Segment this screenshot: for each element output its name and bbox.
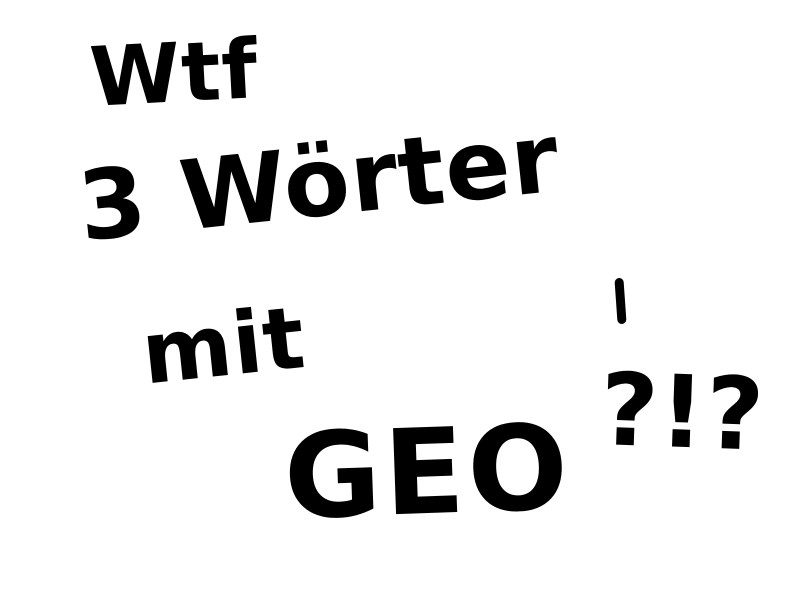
ink-stroke-mark bbox=[614, 277, 627, 325]
handwritten-line-geo: GEO bbox=[281, 397, 574, 546]
handwritten-line-3-woerter: 3 Wörter bbox=[73, 101, 565, 264]
handwritten-line-wtf: Wtf bbox=[87, 22, 261, 126]
handwritten-line-mit: mit bbox=[137, 287, 311, 405]
handwritten-interrobang: ?!? bbox=[598, 351, 767, 474]
drawing-canvas: Wtf 3 Wörter mit GEO ?!? bbox=[0, 0, 800, 600]
